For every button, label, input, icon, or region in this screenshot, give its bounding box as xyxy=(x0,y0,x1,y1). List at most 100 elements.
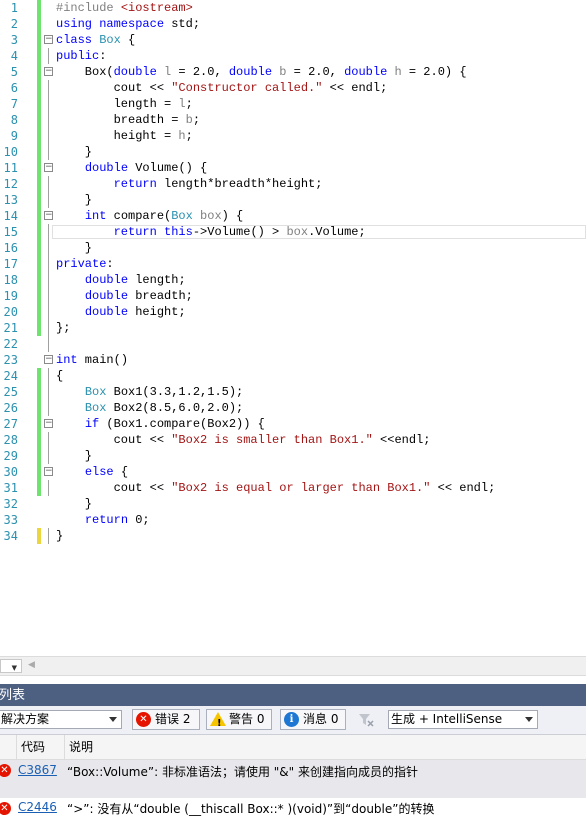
error-row[interactable]: ✕ C3867 “Box::Volume”: 非标准语法；请使用 "&" 来创建… xyxy=(0,760,586,798)
scope-select[interactable]: 解决方案 xyxy=(0,710,122,729)
error-description: “>”: 没有从“double (__thiscall Box::* )(voi… xyxy=(67,802,435,816)
code-line[interactable]: 11 − double Volume() { xyxy=(0,160,586,176)
code-line[interactable]: 13 } xyxy=(0,192,586,208)
code-line[interactable]: 9 height = h; xyxy=(0,128,586,144)
code-line[interactable]: 25 Box Box1(3.3,1.2,1.5); xyxy=(0,384,586,400)
outline-guide xyxy=(48,128,49,144)
code-text[interactable]: } xyxy=(56,448,92,464)
code-text[interactable]: Box(double l = 2.0, double b = 2.0, doub… xyxy=(56,64,467,80)
code-text[interactable]: public: xyxy=(56,48,106,64)
code-line[interactable]: 7 length = l; xyxy=(0,96,586,112)
code-line[interactable]: 21}; xyxy=(0,320,586,336)
code-line[interactable]: 1 #include <iostream> xyxy=(0,0,586,16)
code-text[interactable]: double height; xyxy=(56,304,186,320)
messages-filter-button[interactable]: i 消息 0 xyxy=(280,709,346,730)
code-text[interactable]: cout << "Constructor called." << endl; xyxy=(56,80,388,96)
horizontal-scroll-bar[interactable]: ▼ ◀ xyxy=(0,656,586,676)
code-line[interactable]: 14 − int compare(Box box) { xyxy=(0,208,586,224)
scroll-left-icon[interactable]: ◀ xyxy=(28,660,35,670)
code-line[interactable]: 4 public: xyxy=(0,48,586,64)
code-text[interactable]: return 0; xyxy=(56,512,150,528)
code-line[interactable]: 6 cout << "Constructor called." << endl; xyxy=(0,80,586,96)
build-filter-select[interactable]: 生成 + IntelliSense xyxy=(388,710,538,729)
code-text[interactable]: { xyxy=(56,368,63,384)
outline-guide xyxy=(48,368,49,384)
warnings-filter-button[interactable]: ! 警告 0 xyxy=(206,709,272,730)
code-line[interactable]: 18 double length; xyxy=(0,272,586,288)
code-line[interactable]: 2 using namespace std; xyxy=(0,16,586,32)
code-text[interactable]: #include <iostream> xyxy=(56,0,193,16)
code-line[interactable]: 5 − Box(double l = 2.0, double b = 2.0, d… xyxy=(0,64,586,80)
code-text[interactable]: return this->Volume() > box.Volume; xyxy=(56,224,366,240)
collapse-icon[interactable]: − xyxy=(44,35,53,44)
change-indicator xyxy=(37,176,41,192)
collapse-icon[interactable]: − xyxy=(44,211,53,220)
code-text[interactable]: } xyxy=(56,192,92,208)
line-number: 30 xyxy=(3,465,18,479)
code-text[interactable]: Box Box2(8.5,6.0,2.0); xyxy=(56,400,243,416)
error-code-link[interactable]: C2446 xyxy=(18,800,57,814)
code-line[interactable]: 23 − int main() xyxy=(0,352,586,368)
error-code-link[interactable]: C3867 xyxy=(18,763,57,777)
error-row[interactable]: ✕ C2446 “>”: 没有从“double (__thiscall Box:… xyxy=(0,798,586,817)
code-text[interactable]: double length; xyxy=(56,272,186,288)
collapse-icon[interactable]: − xyxy=(44,355,53,364)
collapse-icon[interactable]: − xyxy=(44,467,53,476)
zoom-dropdown[interactable]: ▼ xyxy=(0,659,22,673)
code-line[interactable]: 17 private: xyxy=(0,256,586,272)
code-line[interactable]: 12 return length*breadth*height; xyxy=(0,176,586,192)
code-text[interactable]: class Box { xyxy=(56,32,135,48)
code-line[interactable]: 22 xyxy=(0,336,586,352)
code-line[interactable]: 29 } xyxy=(0,448,586,464)
code-line[interactable]: 30 − else { xyxy=(0,464,586,480)
code-text[interactable]: breadth = b; xyxy=(56,112,200,128)
code-text[interactable]: } xyxy=(56,240,92,256)
code-line[interactable]: 28 cout << "Box2 is smaller than Box1." … xyxy=(0,432,586,448)
collapse-icon[interactable]: − xyxy=(44,67,53,76)
column-header-description[interactable]: 说明 xyxy=(64,735,269,759)
code-line[interactable]: 31 cout << "Box2 is equal or larger than… xyxy=(0,480,586,496)
column-header-code[interactable]: 代码 xyxy=(16,735,65,759)
code-text[interactable]: cout << "Box2 is equal or larger than Bo… xyxy=(56,480,496,496)
outline-guide xyxy=(48,240,49,256)
code-text[interactable]: height = h; xyxy=(56,128,193,144)
code-line[interactable]: 8 breadth = b; xyxy=(0,112,586,128)
collapse-icon[interactable]: − xyxy=(44,419,53,428)
code-line[interactable]: 26 Box Box2(8.5,6.0,2.0); xyxy=(0,400,586,416)
errors-filter-button[interactable]: ✕ 错误 2 xyxy=(132,709,200,730)
line-number: 28 xyxy=(3,433,18,447)
code-text[interactable]: cout << "Box2 is smaller than Box1." <<e… xyxy=(56,432,431,448)
code-line[interactable]: 34} xyxy=(0,528,586,544)
code-text[interactable]: double breadth; xyxy=(56,288,193,304)
code-text[interactable]: } xyxy=(56,144,92,160)
column-divider[interactable] xyxy=(16,735,17,759)
code-line[interactable]: 15 return this->Volume() > box.Volume; xyxy=(0,224,586,240)
code-line[interactable]: 10 } xyxy=(0,144,586,160)
code-text[interactable]: } xyxy=(56,528,63,544)
clear-filter-icon[interactable] xyxy=(358,713,374,727)
code-text[interactable]: using namespace std; xyxy=(56,16,200,32)
code-text[interactable]: length = l; xyxy=(56,96,193,112)
code-text[interactable]: } xyxy=(56,496,92,512)
code-text[interactable]: else { xyxy=(56,464,128,480)
code-line[interactable]: 20 double height; xyxy=(0,304,586,320)
code-text[interactable]: if (Box1.compare(Box2)) { xyxy=(56,416,265,432)
code-line[interactable]: 3 − class Box { xyxy=(0,32,586,48)
collapse-icon[interactable]: − xyxy=(44,163,53,172)
code-text[interactable]: return length*breadth*height; xyxy=(56,176,323,192)
code-line[interactable]: 27 − if (Box1.compare(Box2)) { xyxy=(0,416,586,432)
code-line[interactable]: 32 } xyxy=(0,496,586,512)
code-text[interactable]: }; xyxy=(56,320,70,336)
outline-guide xyxy=(48,304,49,320)
code-line[interactable]: 24 { xyxy=(0,368,586,384)
code-text[interactable]: int main() xyxy=(56,352,128,368)
line-number: 7 xyxy=(10,97,18,111)
code-line[interactable]: 19 double breadth; xyxy=(0,288,586,304)
code-line[interactable]: 16 } xyxy=(0,240,586,256)
code-text[interactable]: private: xyxy=(56,256,114,272)
code-text[interactable]: double Volume() { xyxy=(56,160,207,176)
code-line[interactable]: 33 return 0; xyxy=(0,512,586,528)
code-text[interactable]: int compare(Box box) { xyxy=(56,208,243,224)
code-text[interactable]: Box Box1(3.3,1.2,1.5); xyxy=(56,384,243,400)
code-editor[interactable]: 1 #include <iostream> 2 using namespace std… xyxy=(0,0,586,656)
